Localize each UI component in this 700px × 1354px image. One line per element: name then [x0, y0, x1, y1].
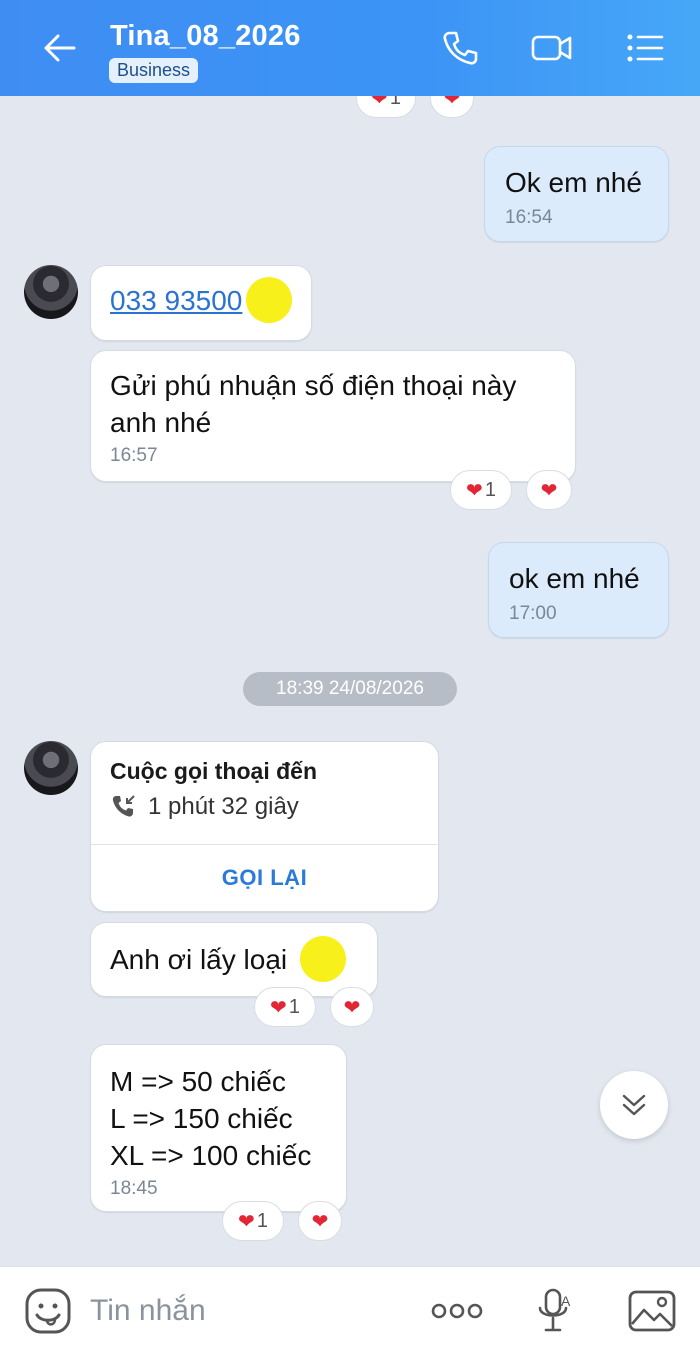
reaction-count-pill[interactable]: ❤ 1	[254, 987, 316, 1027]
voice-to-text-button[interactable]: A	[528, 1285, 580, 1337]
microphone-icon: A	[538, 1288, 571, 1332]
back-button[interactable]	[34, 22, 86, 74]
composer-bar: A	[0, 1266, 700, 1354]
voice-call-button[interactable]	[434, 22, 486, 74]
redaction-dot	[246, 277, 292, 323]
reaction-count-pill[interactable]: ❤ 1	[356, 96, 416, 118]
heart-icon: ❤	[270, 996, 287, 1019]
emoji-icon	[25, 1288, 71, 1334]
video-call-button[interactable]	[526, 22, 578, 74]
contact-avatar[interactable]	[24, 265, 78, 319]
arrow-left-icon	[44, 34, 76, 62]
heart-icon: ❤	[371, 96, 388, 110]
scroll-to-bottom-button[interactable]	[600, 1071, 668, 1139]
message-bubble-outgoing[interactable]: ok em nhé 17:00	[488, 542, 669, 638]
date-separator: 18:39 24/08/2026	[243, 672, 457, 706]
message-bubble-incoming[interactable]: Gửi phú nhuận số điện thoại này anh nhé …	[90, 350, 576, 482]
more-dots-icon	[431, 1303, 483, 1319]
reaction-count-pill[interactable]: ❤ 1	[450, 470, 512, 510]
call-duration-row: 1 phút 32 giây	[110, 793, 419, 821]
video-camera-icon	[531, 35, 572, 61]
reaction-count-pill[interactable]: ❤ 1	[222, 1201, 284, 1241]
image-icon	[628, 1290, 676, 1332]
sticker-button[interactable]	[22, 1285, 74, 1337]
add-reaction-button[interactable]: ❤	[526, 470, 572, 510]
phone-icon	[443, 31, 478, 65]
business-badge: Business	[109, 58, 199, 83]
gallery-button[interactable]	[626, 1285, 678, 1337]
message-input[interactable]	[90, 1289, 390, 1333]
double-chevron-down-icon	[622, 1094, 646, 1116]
more-options-button[interactable]	[431, 1285, 483, 1337]
call-back-button[interactable]: GỌI LẠI	[91, 845, 438, 911]
add-reaction-button[interactable]: ❤	[430, 96, 474, 118]
add-reaction-button[interactable]: ❤	[330, 987, 374, 1027]
heart-icon: ❤	[466, 479, 483, 502]
svg-text:A: A	[561, 1293, 571, 1309]
phone-number-link[interactable]: 033 93500	[110, 285, 242, 316]
message-list[interactable]: ❤ 1 ❤ Ok em nhé 16:54 033 93500 Gửi phú …	[0, 96, 700, 1266]
heart-icon: ❤	[540, 479, 558, 502]
call-title: Cuộc gọi thoại đến	[110, 758, 317, 784]
message-bubble-outgoing[interactable]: Ok em nhé 16:54	[484, 146, 669, 242]
heart-icon: ❤	[343, 996, 361, 1019]
heart-icon: ❤	[443, 96, 461, 110]
incoming-call-card[interactable]: Cuộc gọi thoại đến 1 phút 32 giây GỌI LẠ…	[90, 741, 439, 912]
redaction-dot	[300, 936, 346, 982]
message-bubble-incoming[interactable]: M => 50 chiếc L => 150 chiếc XL => 100 c…	[90, 1044, 347, 1212]
heart-icon: ❤	[311, 1210, 329, 1233]
chat-header: Tina_08_2026 Business	[0, 0, 700, 96]
incoming-call-icon	[112, 795, 135, 817]
add-reaction-button[interactable]: ❤	[298, 1201, 342, 1241]
heart-icon: ❤	[238, 1210, 255, 1233]
chat-title[interactable]: Tina_08_2026	[110, 20, 301, 53]
list-menu-icon	[627, 34, 664, 62]
chat-options-button[interactable]	[619, 22, 671, 74]
contact-avatar[interactable]	[24, 741, 78, 795]
